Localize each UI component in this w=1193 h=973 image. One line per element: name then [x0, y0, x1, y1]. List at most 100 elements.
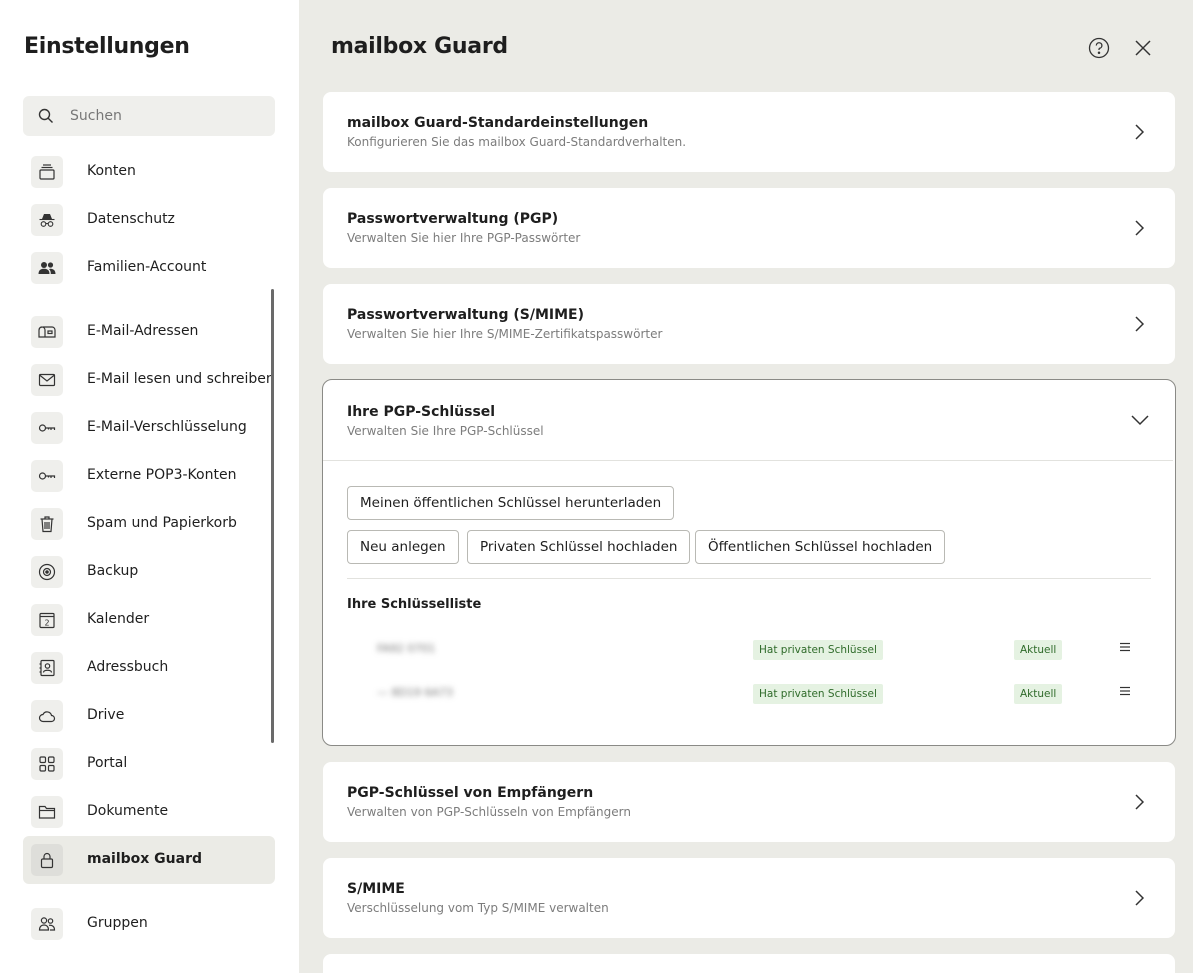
sidebar-item-portal[interactable]: Portal: [23, 740, 275, 788]
card-title: S/MIME: [347, 881, 405, 897]
key-list-row[interactable]: FA92 0701 Hat privaten Schlüssel Aktuell: [347, 636, 1151, 664]
sidebar-item-externe-pop3-konten[interactable]: Externe POP3-Konten: [23, 452, 275, 500]
sidebar-item-label: Kalender: [87, 611, 150, 627]
card-subtitle: Verwalten Sie hier Ihre S/MIME-Zertifika…: [347, 327, 663, 341]
sidebar-item-backup[interactable]: Backup: [23, 548, 275, 596]
hamburger-menu-icon[interactable]: [1118, 684, 1132, 698]
chevron-right-icon: [1135, 890, 1145, 906]
sidebar-item-label: Gruppen: [87, 915, 148, 931]
sidebar-item-label: Konten: [87, 163, 136, 179]
backup-icon: [38, 563, 56, 581]
envelope-icon: [38, 373, 56, 387]
key-name: FA92 0701: [377, 642, 436, 655]
svg-text:2: 2: [44, 619, 49, 628]
card-password-pgp[interactable]: Passwortverwaltung (PGP) Verwalten Sie h…: [323, 188, 1175, 268]
key-icon: [38, 472, 56, 480]
card-title: Passwortverwaltung (PGP): [347, 211, 559, 227]
sidebar-item-label: mailbox Guard: [87, 851, 203, 867]
private-key-badge: Hat privaten Schlüssel: [753, 640, 883, 660]
key-icon: [38, 424, 56, 432]
sidebar-item-label: E-Mail-Adressen: [87, 323, 199, 339]
hamburger-menu-icon[interactable]: [1118, 640, 1132, 654]
card-subtitle: Konfigurieren Sie das mailbox Guard-Stan…: [347, 135, 687, 149]
chevron-right-icon: [1135, 316, 1145, 332]
sidebar-item-label: Datenschutz: [87, 211, 175, 227]
card-pgp-keys-header[interactable]: Ihre PGP-Schlüssel Verwalten Sie Ihre PG…: [323, 380, 1175, 460]
divider: [323, 460, 1173, 461]
sidebar-scrollbar[interactable]: [271, 289, 274, 743]
sidebar-item-drive[interactable]: Drive: [23, 692, 275, 740]
key-list-title: Ihre Schlüsselliste: [347, 597, 482, 612]
card-recipient-pgp-keys[interactable]: PGP-Schlüssel von Empfängern Verwalten v…: [323, 762, 1175, 842]
status-badge: Aktuell: [1014, 640, 1063, 660]
sidebar-item-mailbox-guard[interactable]: mailbox Guard: [23, 836, 275, 884]
sidebar-item-label: Drive: [87, 707, 125, 723]
chevron-right-icon: [1135, 220, 1145, 236]
sidebar-item-label: Externe POP3-Konten: [87, 467, 237, 483]
search-placeholder: Suchen: [70, 108, 122, 124]
help-button[interactable]: [1087, 36, 1111, 60]
sidebar-item-label: Backup: [87, 563, 139, 579]
sidebar-item-gruppen[interactable]: Gruppen: [23, 900, 275, 948]
card-title: Ihre PGP-Schlüssel: [347, 404, 496, 420]
close-button[interactable]: [1131, 36, 1155, 60]
card-password-smime[interactable]: Passwortverwaltung (S/MIME) Verwalten Si…: [323, 284, 1175, 364]
create-new-key-button[interactable]: Neu anlegen: [347, 530, 459, 564]
upload-public-key-button[interactable]: Öffentlichen Schlüssel hochladen: [695, 530, 946, 564]
page-title: mailbox Guard: [331, 34, 508, 59]
sidebar-item-label: Spam und Papierkorb: [87, 515, 237, 531]
sidebar-item-familien-account[interactable]: Familien-Account: [23, 244, 275, 292]
sidebar-item-e-mail-verschluesselung[interactable]: E-Mail-Verschlüsselung: [23, 404, 275, 452]
card-title: PGP-Schlüssel von Empfängern: [347, 785, 594, 801]
help-icon: [1088, 37, 1110, 59]
card-partial[interactable]: [323, 954, 1175, 973]
group-icon: [38, 917, 56, 931]
card-subtitle: Verwalten Sie hier Ihre PGP-Passwörter: [347, 231, 581, 245]
sidebar-item-kalender[interactable]: 2 Kalender: [23, 596, 275, 644]
card-title: Passwortverwaltung (S/MIME): [347, 307, 585, 323]
search-input[interactable]: Suchen: [23, 96, 275, 136]
sidebar-item-label: Familien-Account: [87, 259, 207, 275]
incognito-icon: [39, 214, 55, 227]
sidebar-item-e-mail-lesen-und-schreiben[interactable]: E-Mail lesen und schreiben: [23, 356, 275, 404]
sidebar-item-label: Adressbuch: [87, 659, 169, 675]
card-title: mailbox Guard-Standardeinstellungen: [347, 115, 649, 131]
upload-private-key-button[interactable]: Privaten Schlüssel hochladen: [467, 530, 691, 564]
key-list-row[interactable]: — 8D19 6A73 Hat privaten Schlüssel Aktue…: [347, 680, 1151, 708]
settings-sidebar: Einstellungen Suchen Konten Datenschutz: [0, 0, 299, 973]
folder-icon: [38, 805, 56, 819]
sidebar-item-datenschutz[interactable]: Datenschutz: [23, 196, 275, 244]
divider: [347, 578, 1151, 579]
addressbook-icon: [39, 659, 55, 677]
sidebar-item-spam-und-papierkorb[interactable]: Spam und Papierkorb: [23, 500, 275, 548]
card-guard-default-settings[interactable]: mailbox Guard-Standardeinstellungen Konf…: [323, 92, 1175, 172]
sidebar-title: Einstellungen: [24, 34, 190, 59]
cloud-icon: [38, 711, 56, 723]
sidebar-item-label: Dokumente: [87, 803, 169, 819]
status-badge: Aktuell: [1014, 684, 1063, 704]
chevron-right-icon: [1135, 124, 1145, 140]
key-name: — 8D19 6A73: [377, 686, 453, 699]
lock-icon: [40, 852, 54, 869]
calendar-icon: 2: [39, 612, 55, 629]
sidebar-item-label: Portal: [87, 755, 128, 771]
sidebar-item-label: E-Mail lesen und schreiben: [87, 371, 275, 387]
sidebar-item-dokumente[interactable]: Dokumente: [23, 788, 275, 836]
sidebar-item-label: E-Mail-Verschlüsselung: [87, 419, 247, 435]
card-subtitle: Verwalten Sie Ihre PGP-Schlüssel: [347, 424, 544, 438]
chevron-right-icon: [1135, 794, 1145, 810]
mailbox-icon: [38, 326, 56, 338]
people-icon: [38, 262, 56, 274]
private-key-badge: Hat privaten Schlüssel: [753, 684, 883, 704]
search-icon: [38, 108, 53, 123]
sidebar-item-konten[interactable]: Konten: [23, 148, 275, 196]
sidebar-item-adressbuch[interactable]: Adressbuch: [23, 644, 275, 692]
card-subtitle: Verschlüsselung vom Typ S/MIME verwalten: [347, 901, 609, 915]
close-icon: [1135, 40, 1151, 56]
sidebar-item-e-mail-adressen[interactable]: E-Mail-Adressen: [23, 308, 275, 356]
card-smime[interactable]: S/MIME Verschlüsselung vom Typ S/MIME ve…: [323, 858, 1175, 938]
grid-icon: [39, 756, 55, 772]
stack-icon: [39, 164, 55, 180]
trash-icon: [40, 516, 54, 533]
download-public-key-button[interactable]: Meinen öffentlichen Schlüssel herunterla…: [347, 486, 675, 520]
